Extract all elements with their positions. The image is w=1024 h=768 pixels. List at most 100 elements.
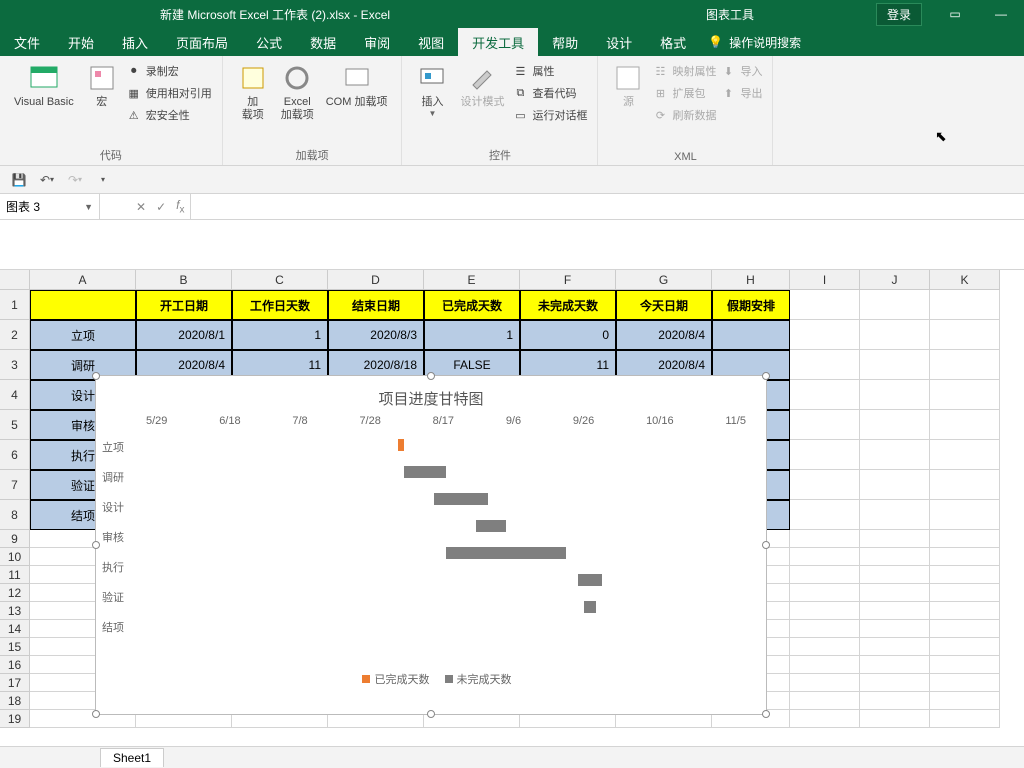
- menu-review[interactable]: 审阅: [350, 28, 404, 56]
- col-header[interactable]: C: [232, 270, 328, 290]
- cell[interactable]: [930, 566, 1000, 584]
- cell[interactable]: 今天日期: [616, 290, 712, 320]
- xml-import-button[interactable]: ⬇导入: [718, 62, 764, 80]
- row-header[interactable]: 14: [0, 620, 30, 638]
- cell[interactable]: [860, 290, 930, 320]
- row-header[interactable]: 11: [0, 566, 30, 584]
- col-header[interactable]: K: [930, 270, 1000, 290]
- cell[interactable]: [930, 638, 1000, 656]
- cell[interactable]: [860, 500, 930, 530]
- col-header[interactable]: J: [860, 270, 930, 290]
- cell[interactable]: [30, 290, 136, 320]
- macros-button[interactable]: 宏: [80, 60, 124, 111]
- tell-me-search[interactable]: 💡 操作说明搜索: [708, 34, 801, 51]
- row-header[interactable]: 4: [0, 380, 30, 410]
- cell[interactable]: [860, 350, 930, 380]
- col-header[interactable]: E: [424, 270, 520, 290]
- cell[interactable]: [790, 530, 860, 548]
- refresh-data-button[interactable]: ⟳刷新数据: [650, 106, 718, 124]
- macro-security-button[interactable]: ⚠宏安全性: [124, 106, 214, 124]
- com-addins-button[interactable]: COM 加载项: [320, 60, 394, 111]
- row-header[interactable]: 3: [0, 350, 30, 380]
- cell[interactable]: 立项: [30, 320, 136, 350]
- cell[interactable]: [930, 710, 1000, 728]
- col-header[interactable]: B: [136, 270, 232, 290]
- cell[interactable]: [790, 584, 860, 602]
- cell[interactable]: [790, 380, 860, 410]
- cell[interactable]: [860, 638, 930, 656]
- row-header[interactable]: 1: [0, 290, 30, 320]
- cell[interactable]: 未完成天数: [520, 290, 616, 320]
- cell[interactable]: [930, 380, 1000, 410]
- resize-handle[interactable]: [427, 372, 435, 380]
- cell[interactable]: [790, 440, 860, 470]
- cell[interactable]: [930, 530, 1000, 548]
- cell[interactable]: [790, 674, 860, 692]
- cell[interactable]: [930, 584, 1000, 602]
- cell[interactable]: [930, 674, 1000, 692]
- run-dialog-button[interactable]: ▭运行对话框: [510, 106, 589, 124]
- menu-file[interactable]: 文件: [0, 28, 54, 56]
- resize-handle[interactable]: [762, 710, 770, 718]
- name-box[interactable]: ▼: [0, 194, 100, 219]
- cell[interactable]: [930, 410, 1000, 440]
- row-header[interactable]: 17: [0, 674, 30, 692]
- menu-view[interactable]: 视图: [404, 28, 458, 56]
- enter-formula-icon[interactable]: ✓: [156, 200, 166, 214]
- row-header[interactable]: 12: [0, 584, 30, 602]
- row-header[interactable]: 5: [0, 410, 30, 440]
- select-all-corner[interactable]: [0, 270, 30, 290]
- cell[interactable]: 1: [424, 320, 520, 350]
- cell[interactable]: [930, 692, 1000, 710]
- cell[interactable]: 工作日天数: [232, 290, 328, 320]
- col-header[interactable]: A: [30, 270, 136, 290]
- cell[interactable]: [790, 620, 860, 638]
- cell[interactable]: [930, 350, 1000, 380]
- cell[interactable]: [790, 470, 860, 500]
- cell[interactable]: [930, 620, 1000, 638]
- design-mode-button[interactable]: 设计模式: [454, 60, 510, 111]
- cell[interactable]: [790, 500, 860, 530]
- cell[interactable]: [860, 530, 930, 548]
- login-button[interactable]: 登录: [876, 3, 922, 26]
- cell[interactable]: [930, 470, 1000, 500]
- save-button[interactable]: 💾: [8, 169, 30, 191]
- menu-home[interactable]: 开始: [54, 28, 108, 56]
- visual-basic-button[interactable]: Visual Basic: [8, 60, 80, 111]
- menu-page-layout[interactable]: 页面布局: [162, 28, 242, 56]
- minimize-icon[interactable]: —: [978, 0, 1024, 28]
- ribbon-display-icon[interactable]: ▭: [932, 0, 978, 28]
- cell[interactable]: [860, 710, 930, 728]
- properties-button[interactable]: ☰属性: [510, 62, 589, 80]
- cell[interactable]: [860, 656, 930, 674]
- name-box-input[interactable]: [6, 200, 76, 214]
- cell[interactable]: [930, 290, 1000, 320]
- col-header[interactable]: D: [328, 270, 424, 290]
- menu-design[interactable]: 设计: [592, 28, 646, 56]
- cell[interactable]: [860, 440, 930, 470]
- cell[interactable]: [930, 320, 1000, 350]
- sheet-tab[interactable]: Sheet1: [100, 748, 164, 767]
- menu-help[interactable]: 帮助: [538, 28, 592, 56]
- use-relative-refs-button[interactable]: ▦使用相对引用: [124, 84, 214, 102]
- cell[interactable]: [860, 674, 930, 692]
- row-header[interactable]: 2: [0, 320, 30, 350]
- qat-customize-button[interactable]: ▾: [92, 169, 114, 191]
- worksheet-grid[interactable]: A B C D E F G H I J K 1开工日期工作日天数结束日期已完成天…: [0, 270, 1024, 728]
- resize-handle[interactable]: [762, 372, 770, 380]
- cell[interactable]: [790, 566, 860, 584]
- chart-title[interactable]: 项目进度甘特图: [96, 376, 766, 415]
- cancel-formula-icon[interactable]: ✕: [136, 200, 146, 214]
- cell[interactable]: [790, 350, 860, 380]
- cell[interactable]: [790, 602, 860, 620]
- menu-data[interactable]: 数据: [296, 28, 350, 56]
- row-header[interactable]: 18: [0, 692, 30, 710]
- cell[interactable]: [860, 566, 930, 584]
- cell[interactable]: [930, 548, 1000, 566]
- cell[interactable]: 2020/8/1: [136, 320, 232, 350]
- addins-button[interactable]: 加 载项: [231, 60, 275, 124]
- cell[interactable]: 0: [520, 320, 616, 350]
- row-header[interactable]: 10: [0, 548, 30, 566]
- cell[interactable]: 2020/8/3: [328, 320, 424, 350]
- view-code-button[interactable]: ⧉查看代码: [510, 84, 589, 102]
